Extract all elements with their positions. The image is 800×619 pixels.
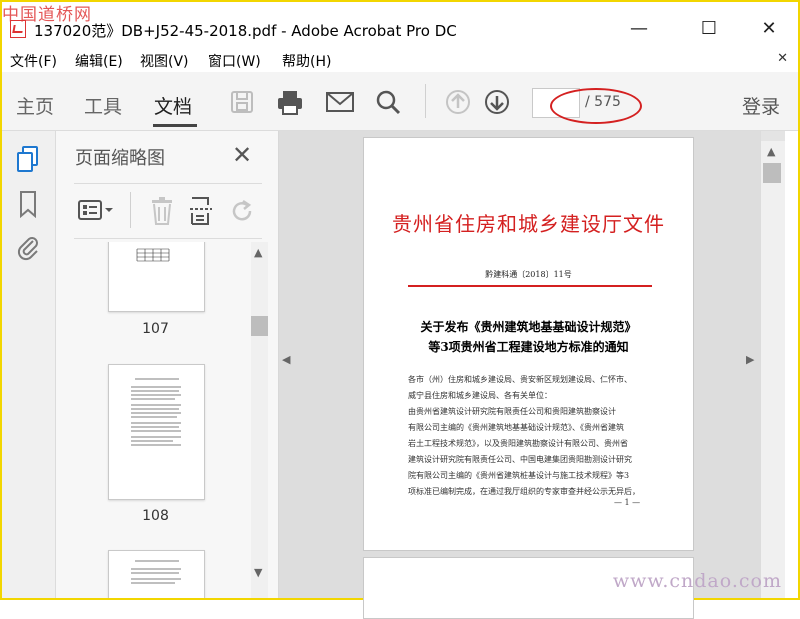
watermark-bottom: www.cndao.com <box>612 570 782 592</box>
document-scroll-thumb[interactable] <box>763 163 781 183</box>
navigation-rail <box>2 131 56 598</box>
menu-bar: 文件(F) 编辑(E) 视图(V) 窗口(W) 帮助(H) ✕ <box>2 46 798 72</box>
minimize-button[interactable]: — <box>616 14 662 44</box>
body-line-6: 建筑设计研究院有限责任公司、中国电建集团贵阳勘测设计研究 <box>408 455 632 464</box>
attachment-icon[interactable] <box>16 233 40 261</box>
body-line-1: 各市（州）住房和城乡建设局、贵安新区规划建设局、仁怀市、 <box>408 375 632 384</box>
page-footer-number: — 1 — <box>614 498 641 507</box>
document-scrollbar[interactable]: ▲ <box>760 131 785 598</box>
scrollbar-top-cap <box>761 131 785 141</box>
thumbnail-page-107[interactable] <box>108 242 205 312</box>
print-icon[interactable] <box>275 88 303 116</box>
menu-edit[interactable]: 编辑(E) <box>75 51 123 71</box>
tool-separator <box>130 192 131 228</box>
email-icon[interactable] <box>325 88 354 116</box>
tab-tools[interactable]: 工具 <box>84 92 122 119</box>
thumbnail-toolbar <box>74 183 262 239</box>
maximize-button[interactable]: ☐ <box>686 14 732 44</box>
active-tab-indicator <box>153 124 197 127</box>
options-menu-icon[interactable] <box>78 198 116 228</box>
search-icon[interactable] <box>374 88 402 116</box>
collapse-right-panel-icon[interactable]: ▶ <box>746 353 754 366</box>
scroll-down-arrow-icon[interactable]: ▼ <box>254 566 262 579</box>
body-line-4: 有限公司主编的《贵州建筑地基基础设计规范》、《贵州省建筑 <box>408 423 624 432</box>
collapse-left-panel-icon[interactable]: ◀ <box>282 353 290 366</box>
red-annotation-circle <box>550 88 642 124</box>
thumbnail-page-108[interactable] <box>108 364 205 500</box>
tab-home[interactable]: 主页 <box>16 92 54 119</box>
menu-view[interactable]: 视图(V) <box>140 51 189 71</box>
document-viewport: ◀ ▶ 贵州省住房和城乡建设厅文件 黔建科通〔2018〕11号 关于发布《贵州建… <box>279 131 760 619</box>
thumbnails-panel: 页面缩略图 ✕ 107 108 ▲ ▼ <box>56 131 279 598</box>
red-header-rule <box>408 285 652 287</box>
document-number: 黔建科通〔2018〕11号 <box>485 270 572 279</box>
close-document-button[interactable]: ✕ <box>777 51 788 66</box>
thumbnail-label-108: 108 <box>142 508 169 524</box>
body-line-5: 岩土工程技术规范》，以及贵阳建筑勘察设计有限公司、贵州省 <box>408 439 628 448</box>
thumbnail-label-107: 107 <box>142 321 169 337</box>
thumbnail-page-109[interactable] <box>108 550 205 598</box>
next-page-icon[interactable] <box>483 88 511 116</box>
scroll-up-arrow-icon[interactable]: ▲ <box>254 246 262 259</box>
doc-scroll-up-arrow-icon[interactable]: ▲ <box>767 145 775 158</box>
tab-document[interactable]: 文档 <box>154 92 192 119</box>
menu-window[interactable]: 窗口(W) <box>208 51 261 71</box>
menu-file[interactable]: 文件(F) <box>10 51 57 71</box>
body-line-2: 威宁县住房和城乡建设局、各有关单位： <box>408 391 552 400</box>
close-window-button[interactable]: ✕ <box>746 14 792 44</box>
document-header-title: 贵州省住房和城乡建设厅文件 <box>392 212 665 236</box>
pdf-page: 贵州省住房和城乡建设厅文件 黔建科通〔2018〕11号 关于发布《贵州建筑地基基… <box>363 137 694 551</box>
previous-page-icon[interactable] <box>444 88 472 116</box>
notice-heading-line1: 关于发布《贵州建筑地基基础设计规范》 <box>420 320 637 334</box>
title-bar: 137020范》DB+J52-45-2018.pdf - Adobe Acrob… <box>2 2 798 46</box>
page-thumbnails-icon[interactable] <box>16 145 40 172</box>
notice-heading-line2: 等3项贵州省工程建设地方标准的通知 <box>428 340 629 354</box>
delete-page-icon[interactable] <box>149 196 175 230</box>
bookmark-icon[interactable] <box>16 190 40 219</box>
body-line-3: 由贵州省建筑设计研究院有限责任公司和贵阳建筑勘察设计 <box>408 407 616 416</box>
thumbnail-scrollbar[interactable]: ▲ ▼ <box>251 242 268 598</box>
body-line-7: 院有限公司主编的《贵州省建筑桩基设计与施工技术规程》等3 <box>408 471 630 480</box>
toolbar-separator <box>425 84 426 118</box>
rotate-page-icon[interactable] <box>228 197 256 229</box>
save-icon[interactable] <box>228 88 256 116</box>
menu-help[interactable]: 帮助(H) <box>282 51 331 71</box>
panel-title: 页面缩略图 <box>75 148 165 169</box>
watermark-top: 中国道桥网 <box>2 5 92 25</box>
window-title: 137020范》DB+J52-45-2018.pdf - Adobe Acrob… <box>34 22 457 40</box>
thumbnail-scroll-thumb[interactable] <box>251 316 268 336</box>
panel-close-button[interactable]: ✕ <box>232 141 252 169</box>
thumbnail-list: 107 108 <box>56 242 251 598</box>
login-button[interactable]: 登录 <box>742 92 780 119</box>
main-toolbar: 主页 工具 文档 / 575 登录 <box>2 72 798 131</box>
extract-pages-icon[interactable] <box>188 196 214 230</box>
